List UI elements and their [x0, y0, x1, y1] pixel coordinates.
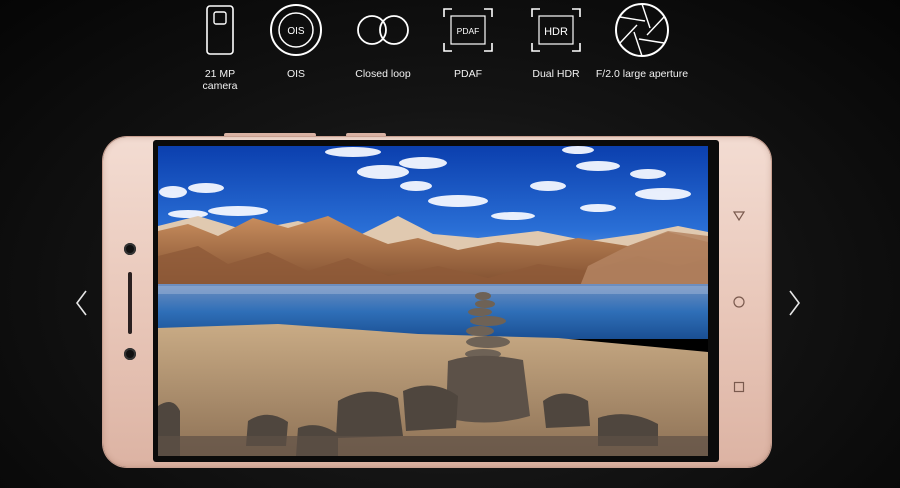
nav-home-button[interactable] — [732, 295, 746, 309]
front-camera-icon — [124, 243, 136, 255]
ois-badge: OIS — [287, 26, 305, 37]
earpiece-speaker — [128, 272, 132, 334]
feature-label: F/2.0 large aperture — [595, 68, 689, 80]
feature-aperture: F/2.0 large aperture — [582, 2, 702, 80]
back-triangle-icon[interactable] — [733, 210, 745, 222]
phone-device — [103, 137, 771, 467]
hdr-icon: HDR — [531, 8, 581, 52]
sensor-icon — [124, 348, 136, 360]
mountain-lake-landscape — [158, 146, 708, 456]
nav-recent-button[interactable] — [732, 380, 746, 394]
hdr-badge: HDR — [544, 26, 568, 38]
phone-screen — [158, 146, 708, 456]
chevron-left-icon[interactable] — [72, 288, 92, 318]
pdaf-badge: PDAF — [457, 26, 480, 36]
nav-back-button[interactable] — [732, 209, 746, 223]
ois-icon: OIS — [270, 4, 322, 56]
phone-bezel — [153, 140, 719, 462]
carousel-prev-button[interactable] — [72, 288, 92, 318]
recent-square-icon[interactable] — [733, 381, 745, 393]
chevron-right-icon[interactable] — [784, 288, 804, 318]
camera-features-row: 21 MP camera OIS OIS Closed loop PDAF PD… — [0, 0, 900, 110]
aperture-icon — [615, 3, 669, 57]
home-circle-icon[interactable] — [733, 296, 745, 308]
closed-loop-icon — [357, 15, 409, 45]
carousel-next-button[interactable] — [784, 288, 804, 318]
phone-camera-icon — [206, 5, 234, 55]
pdaf-icon: PDAF — [443, 8, 493, 52]
